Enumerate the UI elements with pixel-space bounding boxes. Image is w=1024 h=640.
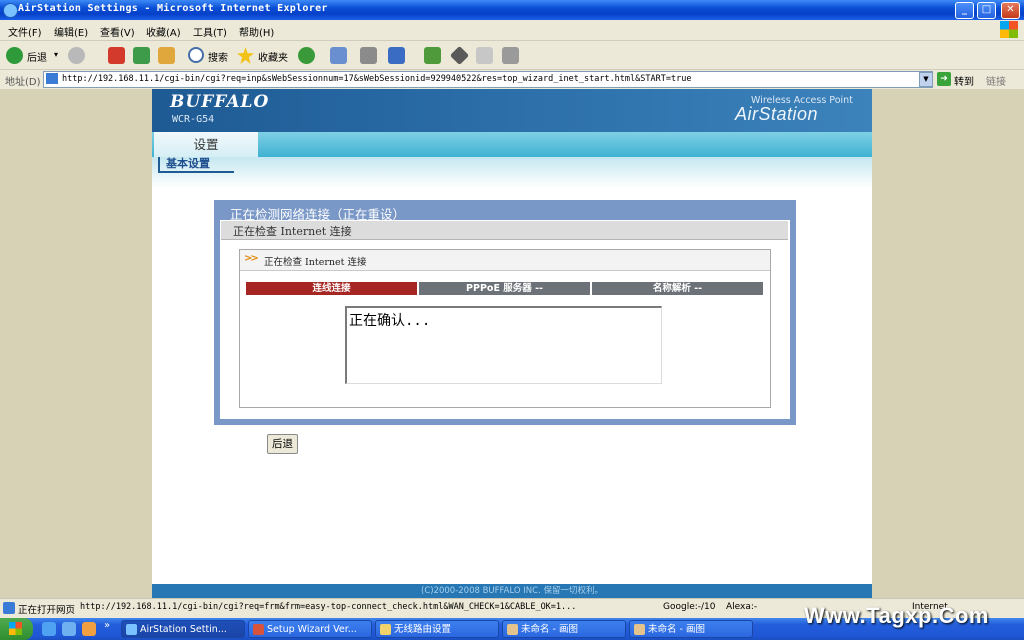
address-input[interactable]: http://192.168.11.1/cgi-bin/cgi?req=inp&… [43,71,933,88]
forward-arrow-icon[interactable] [68,47,85,64]
print-icon[interactable] [360,47,377,64]
refresh-icon[interactable] [133,47,150,64]
title-bar: AirStation Settings - Microsoft Internet… [0,0,1024,20]
airstation-logo: AirStation [735,104,819,124]
mail-icon[interactable] [330,47,347,64]
favorites-label[interactable]: 收藏夹 [258,49,288,64]
paint-icon [634,624,645,635]
address-url: http://192.168.11.1/cgi-bin/cgi?req=inp&… [62,74,692,84]
edit-icon[interactable] [388,47,405,64]
back-dropdown-icon[interactable]: ▾ [54,50,58,59]
wizard-subtitle: 正在检查 Internet 连接 [233,225,352,238]
page-icon [46,73,58,84]
links-button[interactable]: 链接 [986,73,1006,88]
back-label[interactable]: 后退 [27,49,47,64]
quicklaunch-media-icon[interactable] [82,622,96,636]
go-arrow-icon[interactable]: ➜ [937,72,951,86]
folder-icon [380,624,391,635]
status-text: 正在打开网页 [18,605,76,616]
back-arrow-icon[interactable] [6,47,23,64]
task-paint-2[interactable]: 未命名 - 画图 [629,620,753,638]
address-dropdown-icon[interactable]: ▼ [919,72,933,87]
step-pppoe-server: PPPoE 服务器 -- [419,282,590,295]
buffalo-logo: BUFFALO [170,92,270,112]
minimize-button[interactable]: _ [955,2,974,19]
wizard-task-icon [253,624,264,635]
ie-task-icon [126,624,137,635]
quicklaunch-ie-icon[interactable] [42,622,56,636]
task-setup-wizard[interactable]: Setup Wizard Ver... [248,620,372,638]
task-paint-1[interactable]: 未命名 - 画图 [502,620,626,638]
maximize-button[interactable]: □ [977,2,996,19]
menu-favorites[interactable]: 收藏(A) [146,24,181,39]
watermark: Www.Tagxp.Com [804,603,989,628]
address-label: 地址(D) [5,77,41,88]
home-icon[interactable] [158,47,175,64]
check-box-title: 正在检查 Internet 连接 [264,257,367,268]
task-wireless-folder[interactable]: 无线路由设置 [375,620,499,638]
research-icon[interactable] [449,45,470,66]
subnav-band [152,157,872,188]
task-airstation[interactable]: AirStation Settin... [121,620,245,638]
extension-icon[interactable] [502,47,519,64]
address-bar: 地址(D) http://192.168.11.1/cgi-bin/cgi?re… [0,70,1024,89]
subnav-basic-settings[interactable]: 基本设置 [158,157,234,173]
google-rank: Google:-/10 [663,602,716,612]
window-title: AirStation Settings - Microsoft Internet… [18,3,328,14]
close-button[interactable]: ✕ [1001,2,1020,19]
favorites-star-icon[interactable] [237,47,254,64]
menu-file[interactable]: 文件(F) [8,24,42,39]
model-name: WCR-G54 [172,114,215,125]
tab-band [152,132,872,157]
go-button[interactable]: 转到 [954,73,974,88]
step-line-connection: 连线连接 [246,282,417,295]
menu-edit[interactable]: 编辑(E) [54,24,88,39]
toolbar: 后退 ▾ 搜索 收藏夹 [0,41,1024,70]
tab-settings[interactable]: 设置 [154,132,258,157]
quicklaunch-desktop-icon[interactable] [62,622,76,636]
tool-icon[interactable] [476,47,493,64]
history-icon[interactable] [298,47,315,64]
search-icon[interactable] [188,47,204,63]
stop-icon[interactable] [108,47,125,64]
step-name-resolution: 名称解析 -- [592,282,763,295]
menu-tools[interactable]: 工具(T) [193,24,227,39]
page-footer: (C)2000-2008 BUFFALO INC. 保留一切权利。 [152,584,872,598]
menu-bar: 文件(F) 编辑(E) 查看(V) 收藏(A) 工具(T) 帮助(H) [0,20,1024,41]
ie-icon [3,3,18,18]
start-button[interactable] [0,618,33,640]
status-message-area: 正在确认... [345,306,662,384]
status-url: http://192.168.11.1/cgi-bin/cgi?req=frm&… [80,602,577,612]
double-arrow-icon: >> [244,253,259,264]
quicklaunch-more-icon[interactable]: » [104,620,110,631]
windows-logo-icon [1000,21,1018,38]
search-label[interactable]: 搜索 [208,49,228,64]
windows-flag-icon [9,622,22,635]
menu-help[interactable]: 帮助(H) [239,24,274,39]
alexa-rank: Alexa:- [726,602,758,612]
back-button[interactable]: 后退 [267,434,298,454]
menu-view[interactable]: 查看(V) [100,24,135,39]
loading-page-icon [3,602,15,614]
messenger-icon[interactable] [424,47,441,64]
paint-icon [507,624,518,635]
